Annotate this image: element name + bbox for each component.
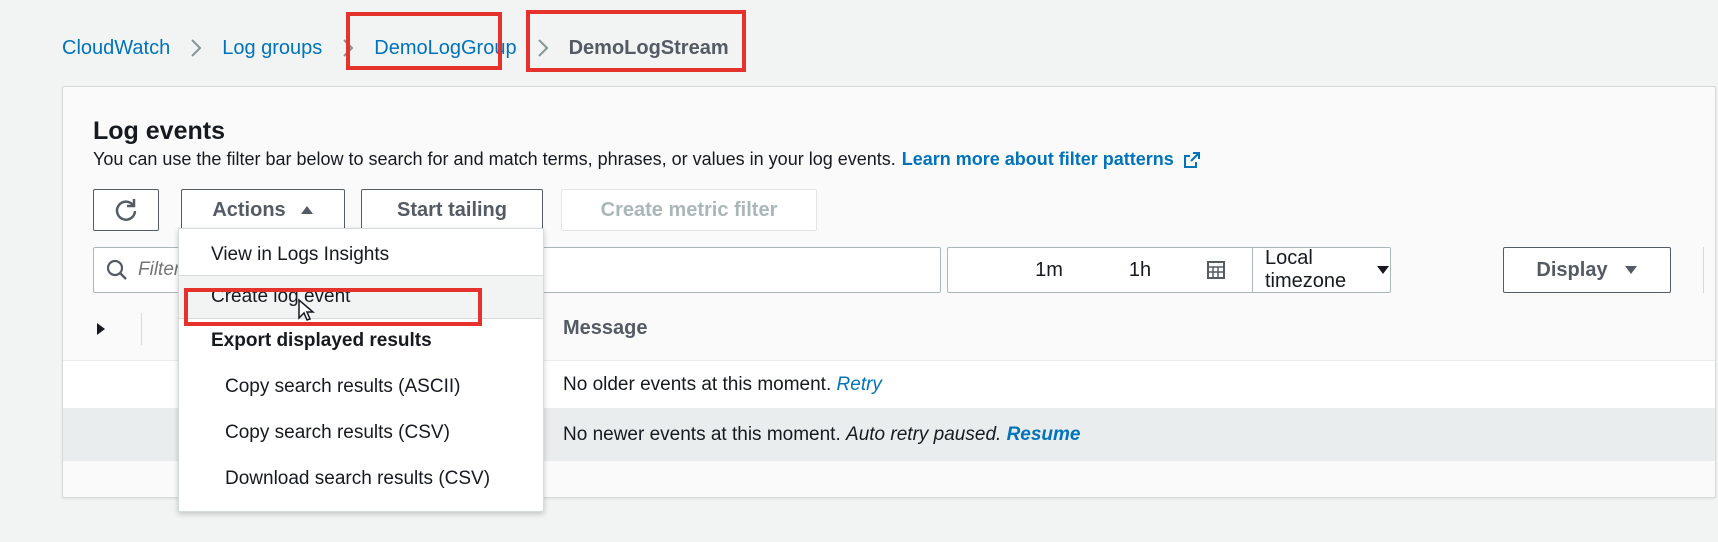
breadcrumb-log-group[interactable]: DemoLogGroup bbox=[374, 37, 516, 60]
panel-description-text: You can use the filter bar below to sear… bbox=[93, 149, 896, 169]
time-option-1m[interactable]: 1m bbox=[948, 248, 1100, 292]
actions-label: Actions bbox=[212, 198, 286, 221]
timezone-select[interactable]: Local timezone bbox=[1252, 247, 1390, 292]
actions-button[interactable]: Actions bbox=[181, 189, 345, 231]
cloudwatch-log-stream-page: CloudWatch Log groups DemoLogGroup DemoL… bbox=[0, 0, 1718, 542]
timezone-label: Local timezone bbox=[1265, 247, 1347, 292]
menu-group-label: Export displayed results bbox=[211, 330, 432, 351]
menu-group-export-displayed-results: Export displayed results bbox=[179, 319, 543, 363]
menu-item-copy-ascii[interactable]: Copy search results (ASCII) bbox=[179, 365, 543, 409]
search-icon bbox=[106, 259, 128, 281]
external-link-icon bbox=[1182, 150, 1202, 170]
auto-retry-paused-text: Auto retry paused. bbox=[846, 424, 1002, 445]
caret-down-icon bbox=[1624, 265, 1638, 275]
time-option-1h[interactable]: 1h bbox=[1100, 248, 1180, 292]
expand-icon[interactable] bbox=[93, 321, 109, 337]
menu-item-label: Copy search results (ASCII) bbox=[225, 376, 461, 397]
message-column-header[interactable]: Message bbox=[563, 317, 648, 340]
breadcrumb-log-stream: DemoLogStream bbox=[568, 36, 729, 59]
chevron-right-icon bbox=[517, 38, 569, 58]
toolbar-divider bbox=[1703, 247, 1704, 293]
newer-events-message: No newer events at this moment. Auto ret… bbox=[563, 424, 1081, 446]
breadcrumb-log-groups[interactable]: Log groups bbox=[222, 37, 322, 60]
menu-item-label: Create log event bbox=[211, 286, 351, 307]
caret-down-icon bbox=[1376, 265, 1390, 275]
learn-more-link[interactable]: Learn more about filter patterns bbox=[902, 149, 1174, 170]
menu-item-view-in-logs-insights[interactable]: View in Logs Insights bbox=[179, 233, 543, 277]
older-events-text: No older events at this moment. bbox=[563, 373, 832, 395]
panel-title: Log events bbox=[93, 117, 225, 145]
newer-events-text: No newer events at this moment. bbox=[563, 424, 841, 445]
chevron-right-icon bbox=[170, 38, 222, 58]
start-tailing-button[interactable]: Start tailing bbox=[361, 189, 543, 231]
display-label: Display bbox=[1536, 258, 1608, 281]
menu-item-download-csv[interactable]: Download search results (CSV) bbox=[179, 457, 543, 501]
resume-link[interactable]: Resume bbox=[1007, 424, 1081, 445]
refresh-icon bbox=[113, 197, 139, 223]
menu-item-label: View in Logs Insights bbox=[211, 244, 390, 265]
calendar-icon[interactable] bbox=[1180, 248, 1252, 292]
menu-item-create-log-event[interactable]: Create log event bbox=[179, 275, 543, 321]
breadcrumb-cloudwatch[interactable]: CloudWatch bbox=[62, 37, 170, 60]
display-select[interactable]: Display bbox=[1503, 247, 1671, 293]
menu-item-label: Download search results (CSV) bbox=[225, 468, 491, 489]
retry-link[interactable]: Retry bbox=[837, 374, 882, 395]
refresh-button[interactable] bbox=[93, 189, 159, 231]
caret-up-icon bbox=[300, 205, 314, 215]
older-events-message: No older events at this moment. Retry bbox=[563, 374, 882, 396]
actions-menu: View in Logs Insights Create log event E… bbox=[178, 228, 544, 512]
menu-item-copy-csv[interactable]: Copy search results (CSV) bbox=[179, 411, 543, 455]
time-range-selector: 1m 1h Local timezone bbox=[947, 247, 1391, 293]
menu-item-label: Copy search results (CSV) bbox=[225, 422, 450, 443]
column-divider bbox=[141, 313, 142, 345]
breadcrumb: CloudWatch Log groups DemoLogGroup DemoL… bbox=[62, 30, 729, 66]
chevron-right-icon bbox=[322, 38, 374, 58]
panel-description: You can use the filter bar below to sear… bbox=[93, 149, 1202, 170]
create-metric-filter-button[interactable]: Create metric filter bbox=[561, 189, 817, 231]
